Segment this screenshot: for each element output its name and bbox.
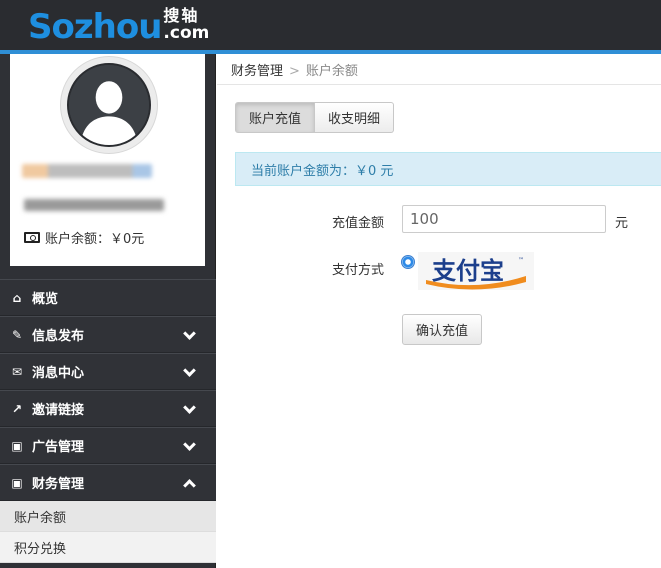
payment-label: 支付方式 bbox=[332, 263, 385, 278]
alipay-logo-text: 支付宝 bbox=[432, 257, 504, 285]
money-icon: ▣ bbox=[11, 475, 23, 490]
tab-group: 账户充值 收支明细 bbox=[235, 102, 395, 133]
amount-input[interactable] bbox=[402, 205, 606, 233]
chevron-down-icon bbox=[183, 438, 196, 451]
sidebar-item-label: 邀请链接 bbox=[32, 403, 85, 418]
money-icon bbox=[24, 232, 40, 243]
breadcrumb-separator: > bbox=[289, 64, 300, 79]
main-content: 财务管理>账户余额 账户充值 收支明细 当前账户金额为：￥0 元 充值金额 元 … bbox=[217, 54, 661, 568]
submenu-item-balance[interactable]: 账户余额 bbox=[0, 501, 216, 532]
sidebar-item-label: 信息发布 bbox=[32, 329, 85, 344]
avatar-frame bbox=[60, 56, 158, 154]
sidebar-item-publish[interactable]: ✎ 信息发布 bbox=[0, 316, 216, 353]
blurred-username bbox=[22, 164, 152, 178]
share-icon: ↗ bbox=[11, 401, 23, 416]
blurred-user-info bbox=[24, 199, 164, 211]
sidebar-item-label: 概览 bbox=[32, 292, 59, 307]
profile-balance-text: 账户余额：￥0元 bbox=[45, 232, 145, 247]
confirm-recharge-button[interactable]: 确认充值 bbox=[402, 314, 482, 345]
sidebar-menu: ⌂ 概览 ✎ 信息发布 ✉ 消息中心 ↗ 邀请链接 ▣ 广告管理 ▣ 财务管理 bbox=[0, 279, 216, 563]
breadcrumb-parent[interactable]: 财务管理 bbox=[231, 64, 283, 79]
sidebar-item-messages[interactable]: ✉ 消息中心 bbox=[0, 353, 216, 390]
sidebar: 账户余额：￥0元 ⌂ 概览 ✎ 信息发布 ✉ 消息中心 ↗ 邀请链接 ▣ 广告管… bbox=[0, 54, 216, 568]
sidebar-item-finance[interactable]: ▣ 财务管理 bbox=[0, 464, 216, 501]
sidebar-item-invite[interactable]: ↗ 邀请链接 bbox=[0, 390, 216, 427]
chevron-down-icon bbox=[183, 401, 196, 414]
amount-label: 充值金额 bbox=[332, 216, 385, 231]
alipay-logo[interactable]: 支付宝 ™ bbox=[418, 252, 534, 290]
money-icon: ▣ bbox=[11, 438, 23, 453]
breadcrumb-divider bbox=[217, 84, 661, 85]
site-logo[interactable]: Sozhou 搜轴 .com bbox=[28, 6, 210, 47]
breadcrumb-current: 账户余额 bbox=[305, 64, 358, 79]
balance-alert-text: 当前账户金额为：￥0 元 bbox=[251, 163, 394, 179]
profile-card: 账户余额：￥0元 bbox=[10, 54, 205, 266]
chevron-down-icon bbox=[183, 327, 196, 340]
sidebar-item-label: 广告管理 bbox=[32, 440, 85, 455]
chevron-down-icon bbox=[183, 364, 196, 377]
profile-balance: 账户余额：￥0元 bbox=[24, 228, 144, 247]
logo-com-text: .com bbox=[163, 23, 210, 43]
sidebar-item-overview[interactable]: ⌂ 概览 bbox=[0, 279, 216, 316]
user-silhouette-icon[interactable] bbox=[67, 63, 151, 147]
submenu-item-label: 积分兑换 bbox=[14, 541, 67, 557]
top-header: Sozhou 搜轴 .com bbox=[0, 0, 661, 50]
alipay-radio[interactable] bbox=[401, 255, 415, 269]
envelope-icon: ✉ bbox=[11, 364, 23, 379]
home-icon: ⌂ bbox=[12, 290, 22, 305]
breadcrumb: 财务管理 > 账户余额 bbox=[231, 60, 358, 79]
sidebar-item-label: 财务管理 bbox=[32, 477, 85, 492]
submenu-item-label: 账户余额 bbox=[14, 510, 67, 526]
sidebar-item-ads[interactable]: ▣ 广告管理 bbox=[0, 427, 216, 464]
svg-text:™: ™ bbox=[518, 257, 524, 264]
chevron-up-icon bbox=[183, 479, 196, 492]
logo-main-text: Sozhou bbox=[28, 7, 162, 47]
submenu-item-points[interactable]: 积分兑换 bbox=[0, 532, 216, 563]
balance-alert: 当前账户金额为：￥0 元 bbox=[235, 152, 661, 186]
edit-icon: ✎ bbox=[11, 327, 23, 342]
logo-cn-text: 搜轴 bbox=[163, 6, 200, 25]
amount-unit: 元 bbox=[615, 216, 629, 231]
tab-recharge[interactable]: 账户充值 bbox=[235, 102, 316, 133]
sidebar-item-label: 消息中心 bbox=[32, 366, 85, 381]
tab-transactions[interactable]: 收支明细 bbox=[315, 102, 395, 133]
